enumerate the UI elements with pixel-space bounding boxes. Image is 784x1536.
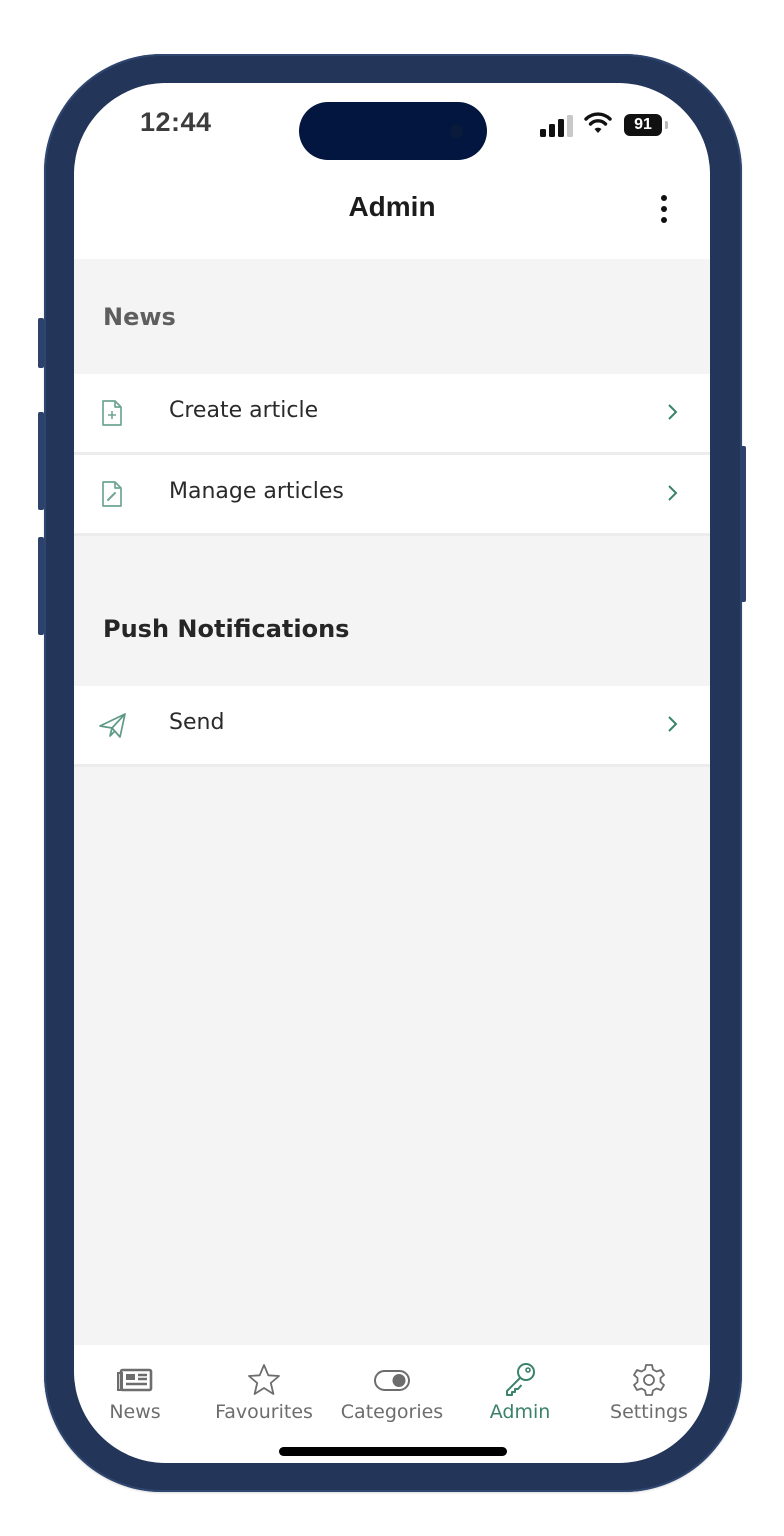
page-title: Admin [348, 191, 436, 222]
section-header-news: News [74, 259, 710, 374]
section-title: Push Notifications [103, 615, 350, 643]
action-button [38, 318, 44, 368]
list-item-manage-articles[interactable]: Manage articles [74, 455, 710, 536]
battery-icon: 91 [624, 114, 662, 136]
list-item-label: Manage articles [169, 479, 344, 504]
screen: 12:44 91 Admin News Create article Manag… [74, 83, 710, 1463]
dynamic-island [299, 102, 487, 160]
toggle-icon [374, 1370, 410, 1391]
tab-label: News [109, 1401, 161, 1423]
send-icon [99, 713, 126, 738]
navigation-bar: Admin [74, 183, 710, 259]
file-plus-icon [102, 400, 122, 426]
home-indicator[interactable] [279, 1447, 507, 1456]
tab-settings[interactable]: Settings [585, 1361, 710, 1431]
tab-label: Admin [489, 1401, 551, 1423]
newspaper-icon [117, 1368, 153, 1392]
tab-bar: News Favourites Categories Admin Setting… [74, 1345, 710, 1463]
battery-tip [665, 121, 668, 129]
gear-icon [633, 1364, 665, 1396]
wifi-icon [584, 112, 612, 133]
volume-up-button [38, 412, 44, 510]
star-icon [248, 1364, 280, 1395]
cellular-signal-icon [540, 115, 574, 137]
chevron-right-icon [668, 716, 678, 732]
status-bar: 12:44 91 [74, 83, 710, 183]
list-item-label: Send [169, 710, 225, 735]
file-edit-icon [102, 481, 122, 507]
camera-icon [450, 124, 463, 138]
tab-admin[interactable]: Admin [456, 1361, 584, 1431]
chevron-right-icon [668, 404, 678, 420]
tab-news[interactable]: News [74, 1361, 199, 1431]
list-item-label: Create article [169, 398, 319, 423]
list-item-create-article[interactable]: Create article [74, 374, 710, 455]
chevron-right-icon [668, 485, 678, 501]
tab-label: Categories [340, 1401, 444, 1423]
section-title: News [103, 303, 176, 331]
tab-favourites[interactable]: Favourites [200, 1361, 328, 1431]
more-vertical-icon[interactable] [654, 195, 674, 229]
section-header-push-notifications: Push Notifications [74, 536, 710, 686]
status-time: 12:44 [140, 107, 212, 137]
power-button [740, 446, 746, 602]
volume-down-button [38, 537, 44, 635]
tab-label: Settings [610, 1401, 688, 1423]
tab-categories[interactable]: Categories [328, 1361, 456, 1431]
key-icon [506, 1363, 535, 1396]
list-item-send[interactable]: Send [74, 686, 710, 767]
tab-label: Favourites [215, 1401, 313, 1423]
